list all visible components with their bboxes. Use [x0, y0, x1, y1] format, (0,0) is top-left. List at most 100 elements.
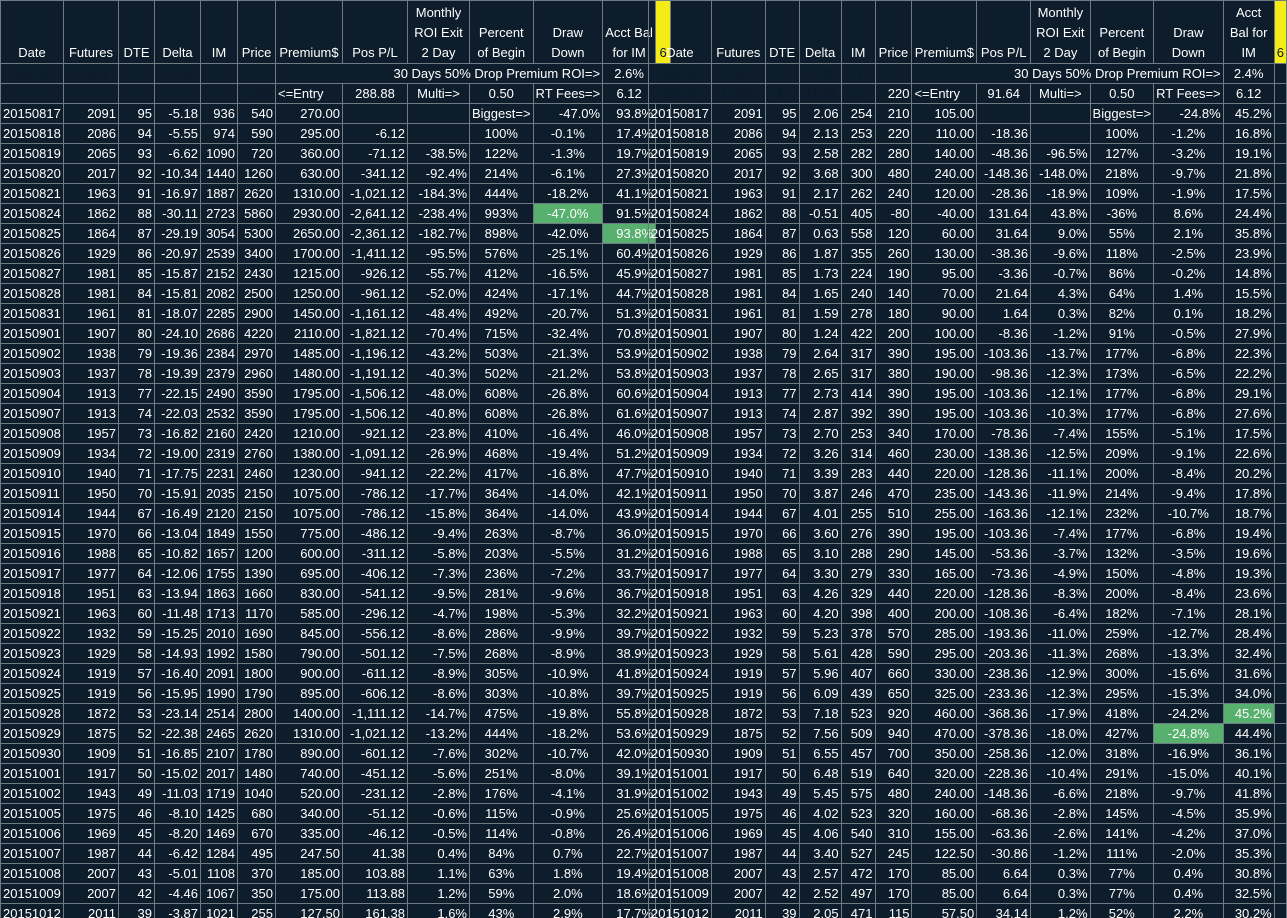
- cell-spacer[interactable]: [1273, 883, 1287, 904]
- cell-draw-down[interactable]: -15.6%: [1153, 663, 1224, 684]
- cell-pos-pl[interactable]: 34.14: [976, 903, 1032, 918]
- header-im[interactable]: IM: [840, 0, 876, 64]
- setup2-c[interactable]: [118, 83, 155, 104]
- cell-im[interactable]: 2379: [200, 363, 238, 384]
- cell-percent-begin[interactable]: 118%: [1089, 243, 1155, 264]
- cell-dte[interactable]: 42: [764, 883, 800, 904]
- cell-pos-pl[interactable]: -8.36: [976, 323, 1032, 344]
- cell-draw-down[interactable]: 0.4%: [1153, 863, 1224, 884]
- cell-premium[interactable]: 2110.00: [275, 323, 343, 344]
- cell-date[interactable]: 20150918: [0, 583, 64, 604]
- cell-pos-pl[interactable]: -51.12: [342, 803, 408, 824]
- cell-pos-pl[interactable]: -28.36: [976, 183, 1032, 204]
- cell-dte[interactable]: 63: [118, 583, 155, 604]
- cell-premium[interactable]: 2650.00: [275, 223, 343, 244]
- cell-dte[interactable]: 66: [118, 523, 155, 544]
- cell-premium[interactable]: 255.00: [911, 503, 978, 524]
- cell-date[interactable]: 20150820: [648, 163, 712, 184]
- cell-dte[interactable]: 64: [764, 563, 800, 584]
- cell-percent-begin[interactable]: 176%: [469, 783, 534, 804]
- cell-monthly-roi[interactable]: -182.7%: [407, 223, 470, 244]
- cell-pos-pl[interactable]: -2,641.12: [342, 203, 408, 224]
- cell-futures[interactable]: 2091: [63, 103, 119, 124]
- cell-percent-begin[interactable]: 150%: [1089, 563, 1155, 584]
- cell-premium[interactable]: 1230.00: [275, 463, 343, 484]
- cell-premium[interactable]: 335.00: [275, 823, 343, 844]
- cell-monthly-roi[interactable]: -11.1%: [1030, 463, 1091, 484]
- cell-dte[interactable]: 78: [764, 363, 800, 384]
- cell-im[interactable]: 283: [840, 463, 876, 484]
- cell-date[interactable]: 20150824: [648, 203, 712, 224]
- cell-percent-begin[interactable]: 364%: [469, 483, 534, 504]
- cell-futures[interactable]: 1988: [63, 543, 119, 564]
- cell-im[interactable]: 422: [840, 323, 876, 344]
- cell-premium[interactable]: 100.00: [911, 323, 978, 344]
- cell-draw-down[interactable]: 1.4%: [1153, 283, 1224, 304]
- cell-dte[interactable]: 84: [118, 283, 155, 304]
- header-pos-pl[interactable]: Pos P/L: [342, 0, 408, 64]
- header-price[interactable]: Price: [237, 0, 276, 64]
- cell-spacer[interactable]: [1273, 863, 1287, 884]
- cell-im[interactable]: 262: [840, 183, 876, 204]
- cell-price[interactable]: 1040: [237, 783, 276, 804]
- cell-delta[interactable]: -6.62: [154, 143, 201, 164]
- cell-percent-begin[interactable]: 417%: [469, 463, 534, 484]
- cell-price[interactable]: 2900: [237, 303, 276, 324]
- cell-dte[interactable]: 77: [764, 383, 800, 404]
- cell-monthly-roi[interactable]: -8.6%: [407, 683, 470, 704]
- cell-premium[interactable]: 130.00: [911, 243, 978, 264]
- cell-premium[interactable]: 1215.00: [275, 263, 343, 284]
- cell-delta[interactable]: -20.97: [154, 243, 201, 264]
- cell-dte[interactable]: 71: [764, 463, 800, 484]
- cell-monthly-roi[interactable]: -38.5%: [407, 143, 470, 164]
- setup-price[interactable]: 220: [874, 83, 913, 104]
- cell-price[interactable]: 240: [874, 183, 913, 204]
- cell-price[interactable]: 1170: [237, 603, 276, 624]
- cell-dte[interactable]: 56: [764, 683, 800, 704]
- cell-premium[interactable]: 325.00: [911, 683, 978, 704]
- cell-percent-begin[interactable]: 100%: [469, 123, 534, 144]
- setup-blank[interactable]: [237, 63, 276, 84]
- cell-spacer[interactable]: [1273, 343, 1287, 364]
- cell-premium[interactable]: 830.00: [275, 583, 343, 604]
- cell-date[interactable]: 20150909: [648, 443, 712, 464]
- cell-draw-down[interactable]: -0.2%: [1153, 263, 1224, 284]
- cell-pos-pl[interactable]: [976, 103, 1032, 124]
- cell-price[interactable]: 340: [874, 423, 913, 444]
- cell-date[interactable]: 20151012: [0, 903, 64, 918]
- cell-monthly-roi[interactable]: -5.8%: [407, 543, 470, 564]
- cell-acct-bal[interactable]: 20.2%: [1222, 463, 1275, 484]
- cell-spacer[interactable]: [1273, 723, 1287, 744]
- cell-spacer[interactable]: [1273, 323, 1287, 344]
- cell-futures[interactable]: 2065: [63, 143, 119, 164]
- cell-im[interactable]: 378: [840, 623, 876, 644]
- cell-pos-pl[interactable]: -1,506.12: [342, 383, 408, 404]
- cell-monthly-roi[interactable]: 43.8%: [1030, 203, 1091, 224]
- cell-draw-down[interactable]: -14.0%: [532, 483, 604, 504]
- cell-draw-down[interactable]: -9.9%: [532, 623, 604, 644]
- cell-delta[interactable]: -16.85: [154, 743, 201, 764]
- cell-im[interactable]: 1090: [200, 143, 238, 164]
- cell-draw-down[interactable]: -2.5%: [1153, 243, 1224, 264]
- cell-dte[interactable]: 91: [764, 183, 800, 204]
- cell-delta[interactable]: -13.94: [154, 583, 201, 604]
- cell-im[interactable]: 519: [840, 763, 876, 784]
- cell-date[interactable]: 20150921: [648, 603, 712, 624]
- cell-percent-begin[interactable]: 263%: [469, 523, 534, 544]
- cell-pos-pl[interactable]: -68.36: [976, 803, 1032, 824]
- cell-pos-pl[interactable]: -2,361.12: [342, 223, 408, 244]
- cell-price[interactable]: 2430: [237, 263, 276, 284]
- cell-futures[interactable]: 1969: [710, 823, 766, 844]
- cell-draw-down[interactable]: -10.7%: [532, 743, 604, 764]
- cell-monthly-roi[interactable]: -2.8%: [407, 783, 470, 804]
- cell-premium[interactable]: 320.00: [911, 763, 978, 784]
- cell-percent-begin[interactable]: -36%: [1089, 203, 1155, 224]
- setup2-futures[interactable]: ESX5: [710, 83, 766, 104]
- cell-futures[interactable]: 1950: [63, 483, 119, 504]
- cell-date[interactable]: 20150915: [648, 523, 712, 544]
- cell-draw-down[interactable]: -6.5%: [1153, 363, 1224, 384]
- cell-percent-begin[interactable]: 418%: [1089, 703, 1155, 724]
- cell-percent-begin[interactable]: 173%: [1089, 363, 1155, 384]
- cell-dte[interactable]: 73: [764, 423, 800, 444]
- cell-spacer[interactable]: [1273, 623, 1287, 644]
